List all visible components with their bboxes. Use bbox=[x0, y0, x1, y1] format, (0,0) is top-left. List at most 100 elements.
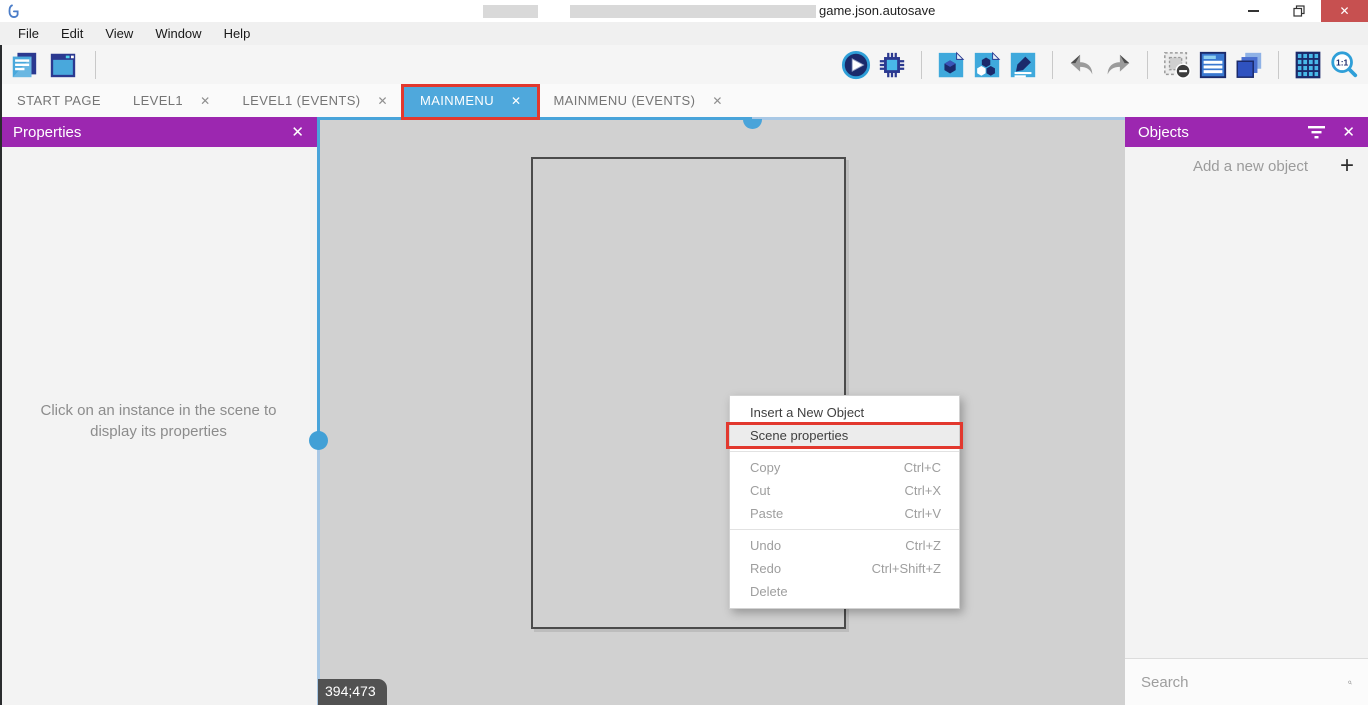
toolbar-divider bbox=[1052, 51, 1053, 79]
properties-panel: Properties ✕ Click on an instance in the… bbox=[0, 117, 317, 705]
menu-item-shortcut: Ctrl+Shift+Z bbox=[872, 561, 941, 576]
top-drag-handle[interactable] bbox=[743, 119, 762, 129]
add-object-row[interactable]: Add a new object + bbox=[1125, 147, 1368, 185]
minimize-icon bbox=[1248, 10, 1259, 12]
minimize-button[interactable] bbox=[1231, 0, 1276, 22]
search-input[interactable] bbox=[1141, 674, 1340, 691]
play-icon[interactable] bbox=[841, 50, 871, 80]
zoom-1-1-icon[interactable]: 1:1 bbox=[1329, 50, 1359, 80]
tab-close-icon[interactable]: ✕ bbox=[378, 94, 388, 108]
window-title: game.json.autosave bbox=[819, 3, 935, 18]
plus-icon[interactable]: + bbox=[1340, 154, 1354, 178]
restore-button[interactable] bbox=[1276, 0, 1321, 22]
gdevelop-logo-icon bbox=[6, 2, 24, 20]
toolbar-divider bbox=[1147, 51, 1148, 79]
tab-close-icon[interactable]: ✕ bbox=[511, 94, 521, 108]
context-menu-item[interactable]: Redo Ctrl+Shift+Z bbox=[730, 557, 959, 580]
top-separator[interactable] bbox=[317, 117, 752, 120]
context-menu-item[interactable]: Delete bbox=[730, 580, 959, 603]
menu-item[interactable]: File bbox=[7, 22, 50, 45]
mask-icon[interactable] bbox=[1162, 50, 1192, 80]
context-menu-item[interactable]: Insert a New Object bbox=[730, 401, 959, 424]
menu-item-label: Scene properties bbox=[750, 428, 848, 443]
objects-header-icons: ✕ bbox=[1308, 123, 1355, 141]
objects-file-icon[interactable] bbox=[972, 50, 1002, 80]
objects-close-icon[interactable]: ✕ bbox=[1342, 123, 1355, 141]
svg-text:1:1: 1:1 bbox=[1336, 57, 1348, 67]
tab-bar: START PAGE LEVEL1 ✕ LEVEL1 (EVENTS) ✕ MA… bbox=[0, 84, 1368, 117]
menu-item-label: Cut bbox=[750, 483, 770, 498]
menu-item-shortcut: Ctrl+X bbox=[905, 483, 941, 498]
menu-item-label: Insert a New Object bbox=[750, 405, 864, 420]
menu-item[interactable]: Edit bbox=[50, 22, 94, 45]
properties-empty-message: Click on an instance in the scene to dis… bbox=[18, 400, 299, 442]
left-separator-light[interactable] bbox=[317, 440, 320, 705]
editor-tab[interactable]: LEVEL1 ✕ bbox=[117, 84, 227, 117]
menu-item-label: Copy bbox=[750, 460, 780, 475]
menu-item-shortcut: Ctrl+C bbox=[904, 460, 941, 475]
scene-file-icon[interactable] bbox=[936, 50, 966, 80]
tab-label: MAINMENU (EVENTS) bbox=[553, 93, 695, 108]
toolbar-divider bbox=[921, 51, 922, 79]
context-menu-item[interactable]: Scene properties bbox=[730, 424, 959, 447]
cursor-coordinates-badge: 394;473 bbox=[318, 679, 387, 705]
tab-close-icon[interactable]: ✕ bbox=[712, 94, 722, 108]
menu-item[interactable]: View bbox=[94, 22, 144, 45]
tab-label: LEVEL1 bbox=[133, 93, 183, 108]
scene-canvas[interactable]: 394;473 Insert a New Object Scene proper… bbox=[317, 117, 1125, 705]
context-menu-item[interactable]: Cut Ctrl+X bbox=[730, 479, 959, 502]
context-menu-item[interactable]: Paste Ctrl+V bbox=[730, 502, 959, 525]
properties-panel-title: Properties bbox=[13, 124, 81, 141]
scene-window-icon[interactable] bbox=[48, 50, 78, 80]
toolbar-divider bbox=[95, 51, 96, 79]
properties-close-icon[interactable]: ✕ bbox=[291, 123, 304, 141]
redacted-title-segment bbox=[483, 5, 538, 18]
redacted-title-segment bbox=[570, 5, 816, 18]
top-separator-light[interactable] bbox=[752, 117, 1125, 120]
left-drag-handle[interactable] bbox=[309, 431, 328, 450]
objects-list-empty bbox=[1125, 185, 1368, 658]
close-button[interactable]: ✕ bbox=[1321, 0, 1368, 22]
context-menu-item[interactable]: Copy Ctrl+C bbox=[730, 456, 959, 479]
search-icon[interactable] bbox=[1348, 673, 1352, 692]
context-menu-item[interactable] bbox=[730, 529, 959, 530]
context-menu-item[interactable]: Undo Ctrl+Z bbox=[730, 534, 959, 557]
project-manager-icon[interactable] bbox=[9, 50, 39, 80]
toolbar-left-group bbox=[9, 50, 104, 80]
menu-item-label: Undo bbox=[750, 538, 781, 553]
left-separator[interactable] bbox=[317, 117, 320, 440]
redo-icon[interactable] bbox=[1103, 50, 1133, 80]
undo-icon[interactable] bbox=[1067, 50, 1097, 80]
menu-item-shortcut: Ctrl+V bbox=[905, 506, 941, 521]
menu-item[interactable]: Help bbox=[213, 22, 262, 45]
filter-icon[interactable] bbox=[1308, 125, 1325, 139]
tab-close-icon[interactable]: ✕ bbox=[200, 94, 210, 108]
editor-tab[interactable]: MAINMENU ✕ bbox=[404, 84, 537, 117]
editor-tab[interactable]: LEVEL1 (EVENTS) ✕ bbox=[227, 84, 404, 117]
context-menu-item[interactable] bbox=[730, 451, 959, 452]
layers-icon[interactable] bbox=[1234, 50, 1264, 80]
menu-item[interactable]: Window bbox=[144, 22, 212, 45]
tab-label: MAINMENU bbox=[420, 93, 494, 108]
edit-scene-icon[interactable] bbox=[1008, 50, 1038, 80]
objects-panel-title: Objects bbox=[1138, 124, 1189, 141]
editor-tab[interactable]: START PAGE bbox=[1, 84, 117, 117]
tab-label: LEVEL1 (EVENTS) bbox=[243, 93, 361, 108]
menu-item-shortcut: Ctrl+Z bbox=[905, 538, 941, 553]
properties-panel-header: Properties ✕ bbox=[0, 117, 317, 147]
debug-icon[interactable] bbox=[877, 50, 907, 80]
grid-icon[interactable] bbox=[1293, 50, 1323, 80]
menu-item-label: Paste bbox=[750, 506, 783, 521]
menu-item-label: Delete bbox=[750, 584, 788, 599]
menu-bar: FileEditViewWindowHelp bbox=[0, 22, 1368, 45]
editor-tab[interactable]: MAINMENU (EVENTS) ✕ bbox=[537, 84, 738, 117]
instances-list-icon[interactable] bbox=[1198, 50, 1228, 80]
close-icon: ✕ bbox=[1339, 4, 1349, 18]
window-controls: ✕ bbox=[1231, 0, 1368, 22]
restore-icon bbox=[1293, 5, 1305, 17]
toolbar: 1:1 bbox=[0, 45, 1368, 84]
title-bar: game.json.autosave ✕ bbox=[0, 0, 1368, 22]
objects-panel-header: Objects ✕ bbox=[1125, 117, 1368, 147]
main-content: Properties ✕ Click on an instance in the… bbox=[0, 117, 1368, 705]
window-left-edge bbox=[0, 45, 2, 705]
